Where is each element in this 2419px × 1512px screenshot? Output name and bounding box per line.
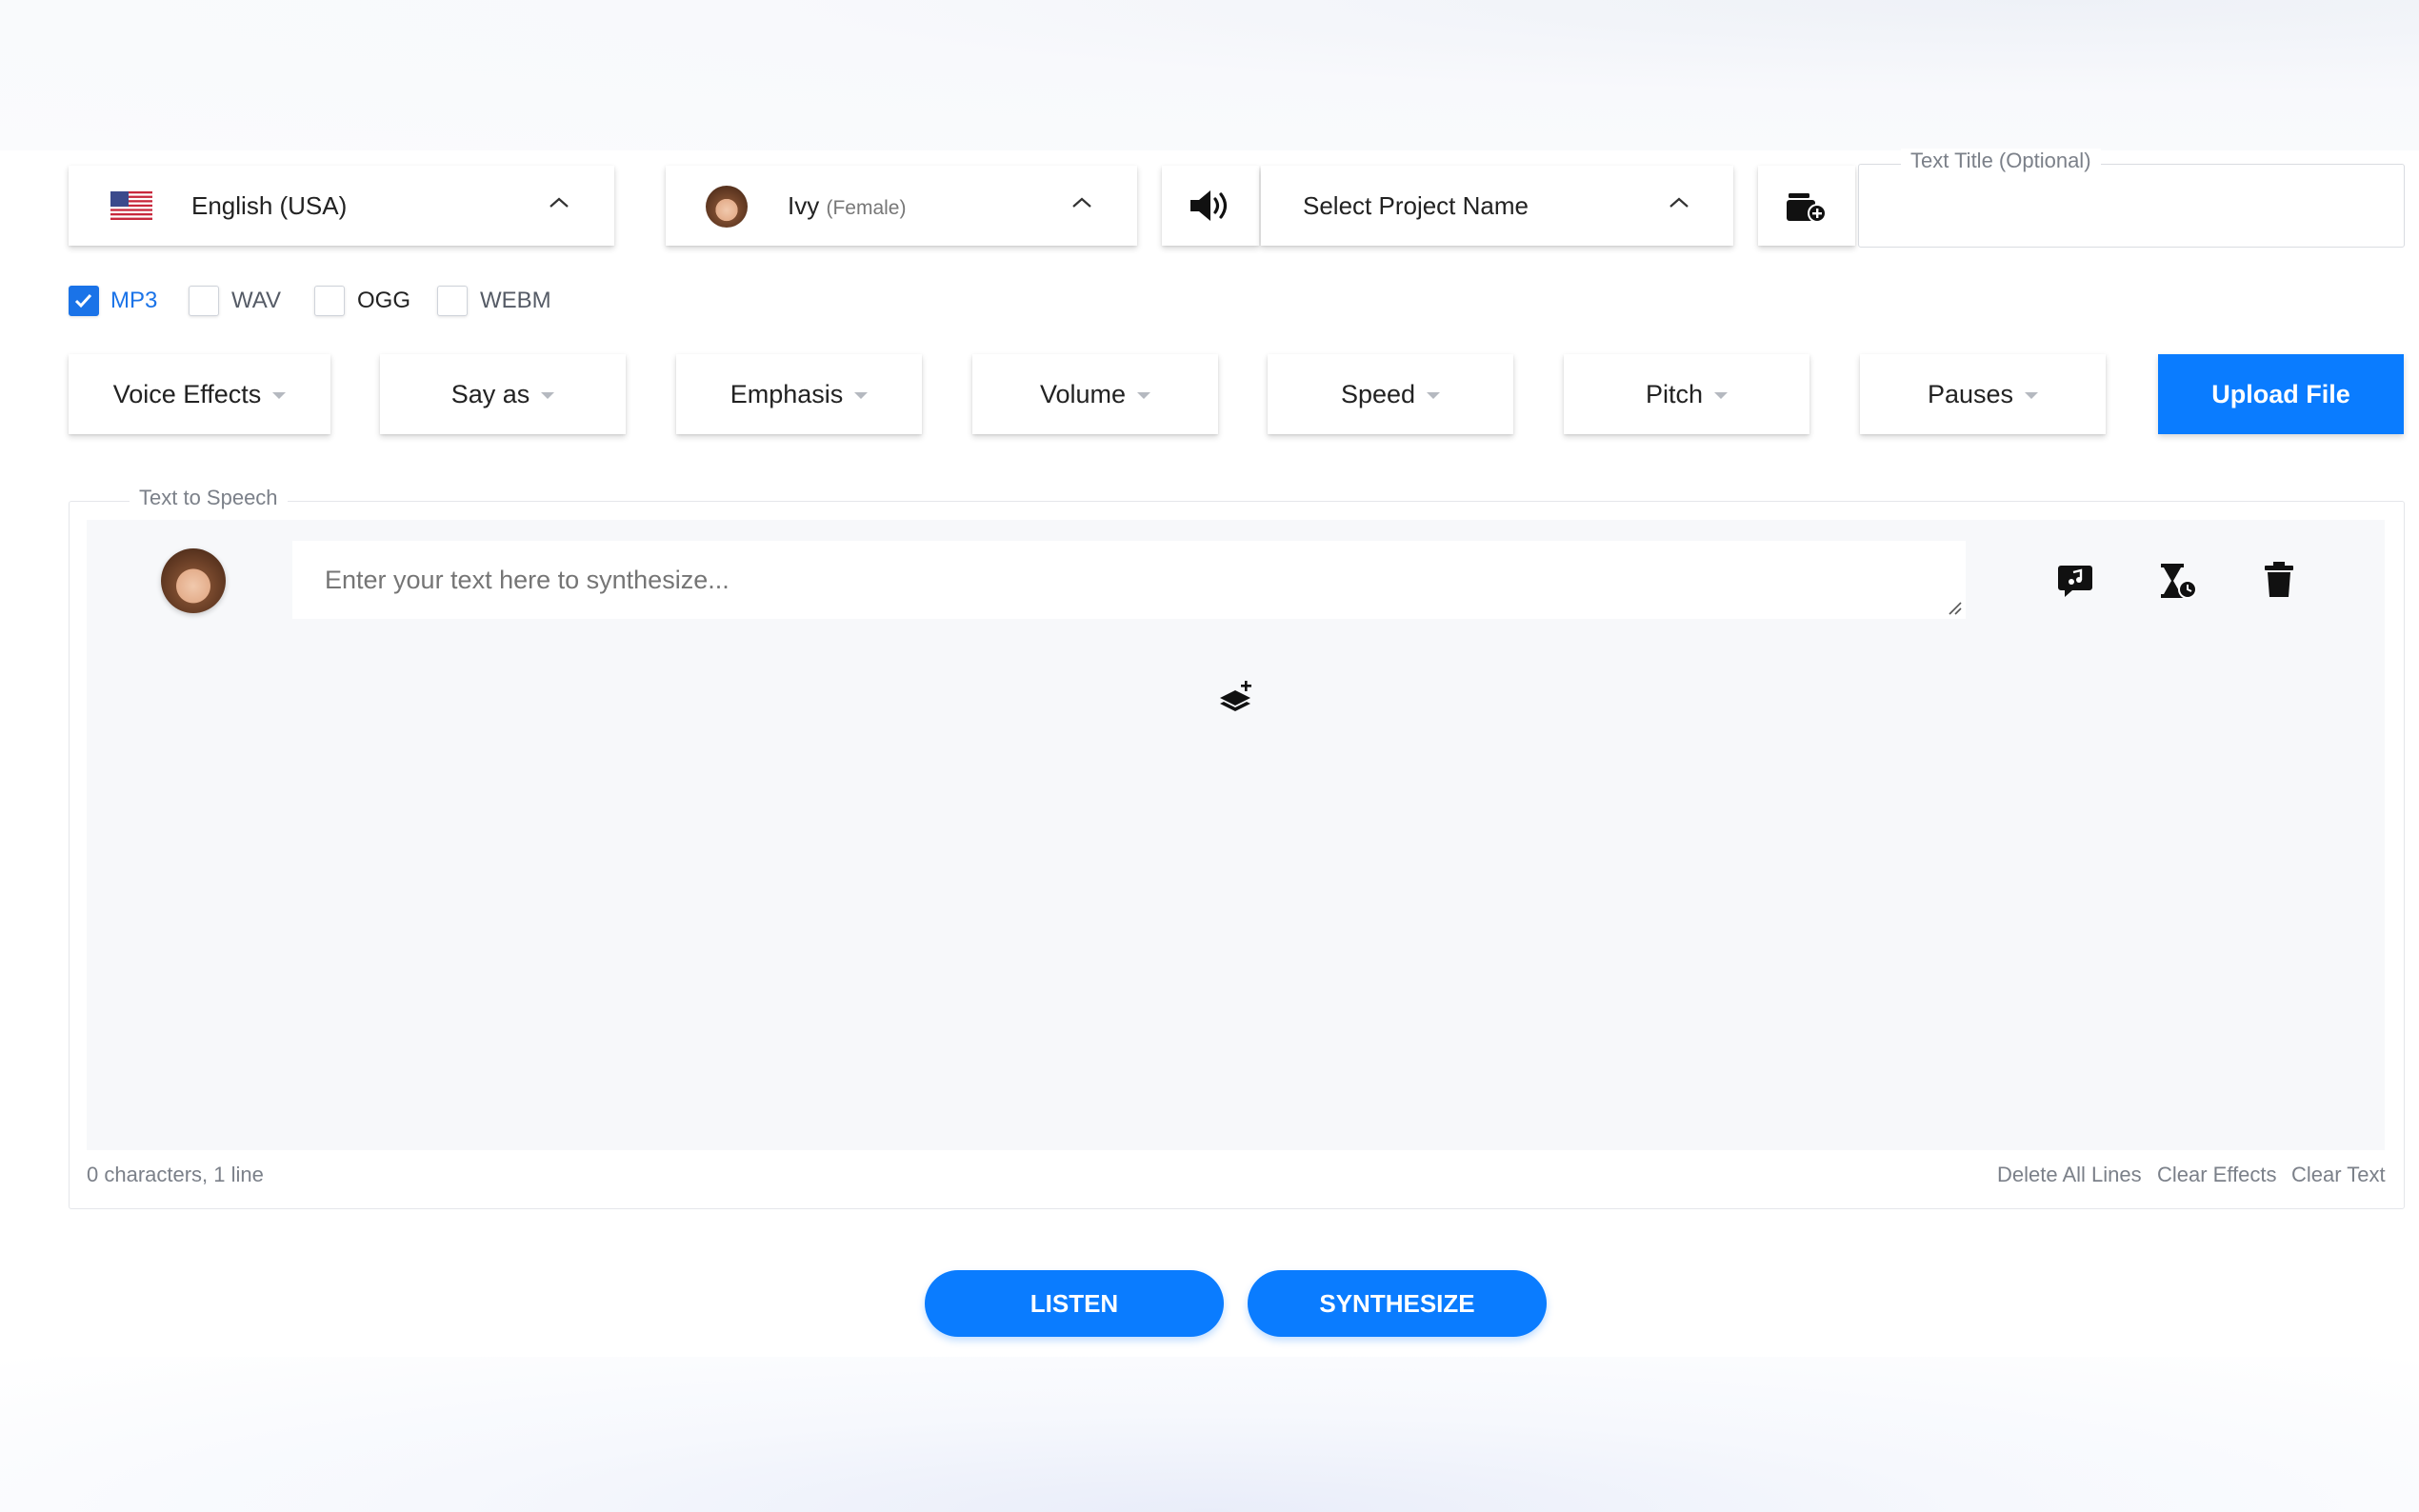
ogg-checkbox[interactable] <box>314 286 345 316</box>
preview-voice-button[interactable] <box>1162 166 1259 246</box>
text-title-legend: Text Title (Optional) <box>1901 149 2101 173</box>
caret-down-icon <box>1714 391 1729 399</box>
listen-button[interactable]: LISTEN <box>925 1270 1224 1337</box>
voice-avatar <box>706 186 748 228</box>
page-bottom-background <box>0 1357 2419 1512</box>
upload-file-button[interactable]: Upload File <box>2158 354 2404 434</box>
speaker-icon <box>1190 190 1228 221</box>
speaker-avatar <box>161 548 226 613</box>
us-flag-icon <box>110 191 152 220</box>
voice-effects-label: Voice Effects <box>112 379 262 408</box>
voice-name: Ivy (Female) <box>788 191 907 220</box>
emphasis-dropdown[interactable]: Emphasis <box>676 354 922 434</box>
pitch-label: Pitch <box>1645 379 1704 408</box>
pauses-label: Pauses <box>1927 379 2014 408</box>
character-counter: 0 characters, 1 line <box>87 1163 264 1186</box>
chevron-up-icon <box>550 197 569 208</box>
check-icon <box>74 293 92 308</box>
chevron-up-icon <box>1669 197 1689 208</box>
caret-down-icon <box>1427 391 1441 399</box>
emphasis-label: Emphasis <box>730 379 844 408</box>
webm-checkbox[interactable] <box>437 286 468 316</box>
mp3-checkbox[interactable] <box>69 286 99 316</box>
voice-dropdown[interactable]: Ivy (Female) <box>666 166 1137 246</box>
volume-dropdown[interactable]: Volume <box>972 354 1218 434</box>
pauses-dropdown[interactable]: Pauses <box>1860 354 2106 434</box>
voice-effects-dropdown[interactable]: Voice Effects <box>69 354 330 434</box>
clear-effects-link[interactable]: Clear Effects <box>2157 1163 2277 1187</box>
text-title-field[interactable] <box>1858 164 2405 248</box>
caret-down-icon <box>272 391 287 399</box>
add-project-button[interactable] <box>1758 166 1855 246</box>
mp3-label: MP3 <box>110 288 158 313</box>
delete-all-lines-link[interactable]: Delete All Lines <box>1997 1163 2142 1187</box>
speed-label: Speed <box>1340 379 1416 408</box>
text-line-input[interactable] <box>292 541 1966 619</box>
volume-label: Volume <box>1039 379 1127 408</box>
say-as-dropdown[interactable]: Say as <box>380 354 626 434</box>
language-dropdown[interactable]: English (USA) <box>69 166 614 246</box>
caret-down-icon <box>541 391 555 399</box>
synthesize-button[interactable]: SYNTHESIZE <box>1248 1270 1547 1337</box>
pitch-dropdown[interactable]: Pitch <box>1564 354 1809 434</box>
project-label: Select Project Name <box>1303 191 1529 220</box>
music-comment-icon[interactable] <box>2056 562 2094 600</box>
chevron-up-icon <box>1072 197 1091 208</box>
speed-dropdown[interactable]: Speed <box>1268 354 1513 434</box>
pause-timer-icon[interactable] <box>2156 560 2198 602</box>
wav-label: WAV <box>231 288 281 313</box>
tts-legend: Text to Speech <box>130 486 288 510</box>
project-dropdown[interactable]: Select Project Name <box>1261 166 1733 246</box>
webm-label: WEBM <box>480 288 551 313</box>
text-input[interactable] <box>292 541 1966 619</box>
add-folder-icon <box>1787 193 1827 223</box>
say-as-label: Say as <box>450 379 530 408</box>
wav-checkbox[interactable] <box>189 286 219 316</box>
language-label: English (USA) <box>191 191 348 220</box>
ogg-label: OGG <box>357 288 411 313</box>
clear-text-link[interactable]: Clear Text <box>2291 1163 2386 1187</box>
caret-down-icon <box>2025 391 2039 399</box>
caret-down-icon <box>854 391 869 399</box>
trash-icon[interactable] <box>2262 560 2296 600</box>
page-top-background <box>0 0 2419 150</box>
caret-down-icon <box>1137 391 1151 399</box>
add-layer-icon[interactable] <box>1217 678 1255 716</box>
resize-handle-icon[interactable] <box>1947 600 1962 615</box>
